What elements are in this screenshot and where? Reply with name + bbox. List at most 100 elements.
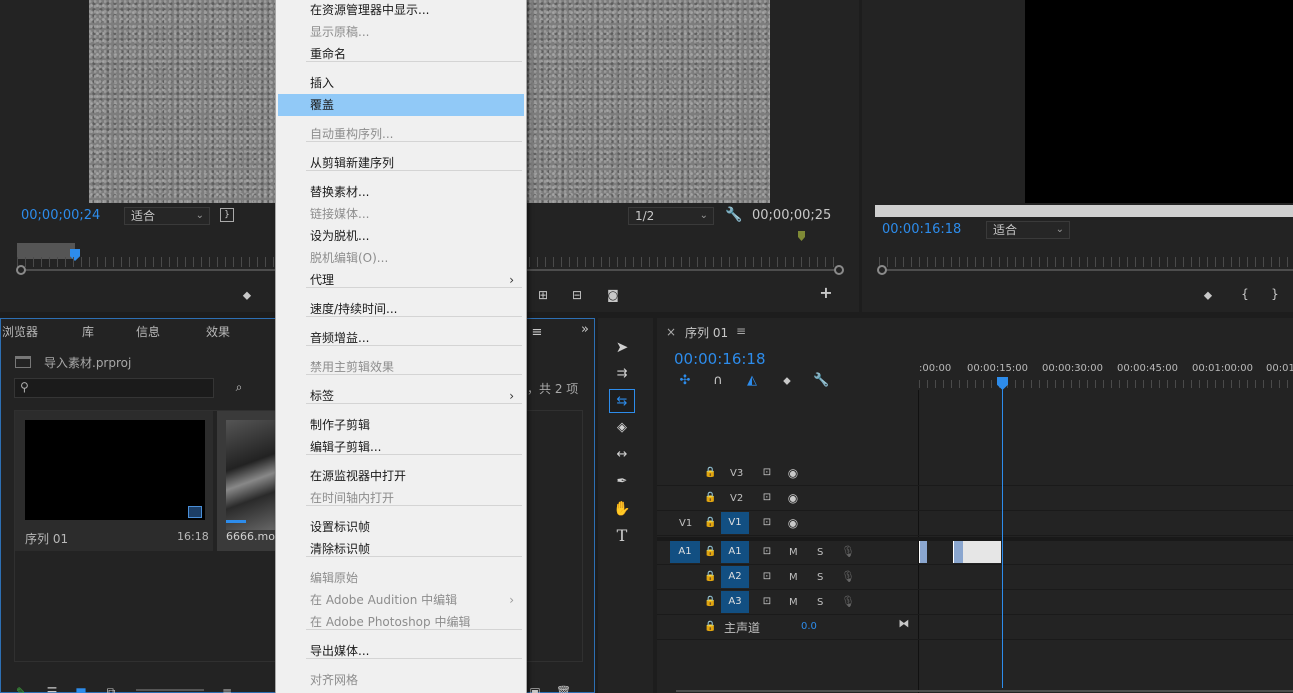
program-zoom-scrollbar[interactable] — [882, 269, 1293, 271]
lock-icon[interactable]: 🔒 — [704, 594, 716, 610]
track-label-v1[interactable]: V1 — [721, 512, 749, 534]
source-zoom-handle-right[interactable] — [834, 265, 844, 275]
mute-button[interactable]: M — [789, 572, 798, 583]
menu-item[interactable]: 替换素材... — [278, 181, 524, 203]
sort-icon[interactable]: ≡ — [219, 684, 235, 693]
menu-item[interactable]: 导出媒体... — [278, 640, 524, 662]
eye-icon[interactable]: ◉ — [786, 515, 800, 531]
eye-icon[interactable]: ◉ — [786, 490, 800, 506]
menu-item[interactable]: 速度/持续时间... — [278, 298, 524, 320]
audio-clip-3[interactable] — [963, 541, 1001, 563]
sync-lock-icon[interactable]: ⊡ — [760, 594, 774, 610]
extract-icon[interactable]: ⊟ — [567, 287, 587, 303]
mark-in-icon[interactable]: { — [1238, 286, 1252, 302]
timeline-close-icon[interactable]: × — [666, 325, 676, 339]
microphone-icon[interactable]: 🎙 — [841, 569, 855, 585]
lock-icon[interactable]: 🔒 — [704, 515, 716, 531]
source-patch-a1[interactable]: A1 — [670, 541, 700, 563]
go-to-edit-point-icon[interactable]: ⧓ — [896, 616, 912, 632]
add-marker-icon[interactable]: ⬥ — [240, 287, 254, 303]
menu-item[interactable]: 在资源管理器中显示... — [278, 0, 524, 21]
icon-view-icon[interactable]: ■ — [74, 684, 88, 693]
timeline-tab-title[interactable]: 序列 01 — [685, 324, 728, 341]
selection-tool-icon[interactable]: ➤ — [609, 335, 635, 359]
timeline-menu-icon[interactable]: ≡ — [736, 324, 746, 338]
timeline-time-ruler[interactable] — [919, 380, 1293, 388]
razor-tool-icon[interactable]: ◈ — [609, 416, 635, 440]
pencil-icon[interactable]: ✎ — [14, 684, 28, 693]
linked-selection-icon[interactable]: ◭ — [744, 373, 760, 389]
wrench-icon[interactable]: 🔧 — [725, 207, 742, 223]
track-select-tool-icon[interactable]: ⇉ — [609, 362, 635, 386]
eye-icon[interactable]: ◉ — [786, 465, 800, 481]
sync-lock-icon[interactable]: ⊡ — [760, 569, 774, 585]
audio-clip-2[interactable] — [953, 541, 963, 563]
menu-item[interactable]: 覆盖 — [278, 94, 524, 116]
tab-info[interactable]: 信息 — [136, 323, 160, 340]
project-item-sequence[interactable]: 序列 01 16:18 — [15, 411, 213, 551]
mute-button[interactable]: M — [789, 597, 798, 608]
nest-icon[interactable]: ✣ — [677, 373, 693, 389]
sync-lock-icon[interactable]: ⊡ — [760, 515, 774, 531]
microphone-icon[interactable]: 🎙 — [841, 544, 855, 560]
mark-out-icon[interactable]: } — [1268, 286, 1282, 302]
menu-item[interactable]: 制作子剪辑 — [278, 414, 524, 436]
solo-button[interactable]: S — [817, 597, 823, 608]
menu-item[interactable]: 编辑子剪辑... — [278, 436, 524, 458]
timeline-settings-wrench-icon[interactable]: 🔧 — [813, 373, 829, 389]
menu-item[interactable]: 重命名 — [278, 43, 524, 65]
add-marker-icon[interactable]: ⬥ — [780, 373, 794, 389]
add-marker-icon[interactable]: ⬥ — [1201, 287, 1215, 303]
track-label-a2[interactable]: A2 — [721, 566, 749, 588]
snap-magnet-icon[interactable]: ∩ — [710, 373, 726, 389]
timeline-timecode[interactable]: 00:00:16:18 — [674, 350, 766, 368]
master-volume-value[interactable]: 0.0 — [801, 621, 817, 632]
find-icon[interactable]: ⌕ — [231, 379, 247, 395]
camera-icon[interactable]: ◙ — [604, 287, 622, 303]
lock-icon[interactable]: 🔒 — [704, 544, 716, 560]
menu-item[interactable]: 插入 — [278, 72, 524, 94]
slip-tool-icon[interactable]: ↔ — [609, 443, 635, 467]
program-timecode[interactable]: 00:00:16:18 — [882, 222, 961, 237]
source-patch-v1[interactable]: V1 — [679, 518, 692, 529]
lock-icon[interactable]: 🔒 — [704, 619, 716, 635]
sync-lock-icon[interactable]: ⊡ — [760, 465, 774, 481]
zoom-slider[interactable] — [136, 689, 204, 691]
pen-tool-icon[interactable]: ✒ — [609, 470, 635, 494]
sync-lock-icon[interactable]: ⊡ — [760, 490, 774, 506]
menu-item[interactable]: 清除标识帧 — [278, 538, 524, 560]
track-label-a1[interactable]: A1 — [721, 541, 749, 563]
program-zoom-handle-left[interactable] — [877, 265, 887, 275]
button-editor-plus-icon[interactable]: + — [818, 285, 834, 301]
search-field[interactable]: ⚲ — [14, 378, 214, 398]
freeform-view-icon[interactable]: ⧉ — [103, 684, 119, 693]
tab-effects[interactable]: 效果 — [206, 323, 230, 340]
panel-overflow-icon[interactable]: » — [578, 322, 592, 338]
program-fit-dropdown[interactable]: 适合 ⌄ — [986, 221, 1070, 239]
source-fit-dropdown[interactable]: 适合 ⌄ — [124, 207, 210, 225]
lift-icon[interactable]: ⊞ — [533, 287, 553, 303]
tab-browser[interactable]: 浏览器 — [2, 323, 38, 340]
menu-item[interactable]: 设置标识帧 — [278, 516, 524, 538]
lock-icon[interactable]: 🔒 — [704, 569, 716, 585]
microphone-icon[interactable]: 🎙 — [841, 594, 855, 610]
project-item-clip[interactable]: 6666.mov — [217, 411, 281, 551]
lock-icon[interactable]: 🔒 — [704, 465, 716, 481]
lock-icon[interactable]: 🔒 — [704, 490, 716, 506]
solo-button[interactable]: S — [817, 547, 823, 558]
menu-item[interactable]: 代理 › — [278, 269, 524, 291]
menu-item[interactable]: 音频增益... — [278, 327, 524, 349]
resolution-dropdown[interactable]: 1/2 ⌄ — [628, 207, 714, 225]
search-input[interactable] — [37, 380, 207, 396]
panel-menu-icon[interactable]: ≡ — [530, 325, 544, 341]
type-tool-icon[interactable]: T — [609, 524, 635, 548]
solo-button[interactable]: S — [817, 572, 823, 583]
hand-tool-icon[interactable]: ✋ — [609, 497, 635, 521]
menu-item[interactable]: 在源监视器中打开 — [278, 465, 524, 487]
source-timecode[interactable]: 00;00;00;24 — [21, 208, 100, 223]
mute-button[interactable]: M — [789, 547, 798, 558]
menu-item[interactable]: 标签 › — [278, 385, 524, 407]
track-label-a3[interactable]: A3 — [721, 591, 749, 613]
list-view-icon[interactable]: ☰ — [44, 684, 60, 693]
new-bin-icon[interactable]: ▣ — [528, 684, 542, 693]
